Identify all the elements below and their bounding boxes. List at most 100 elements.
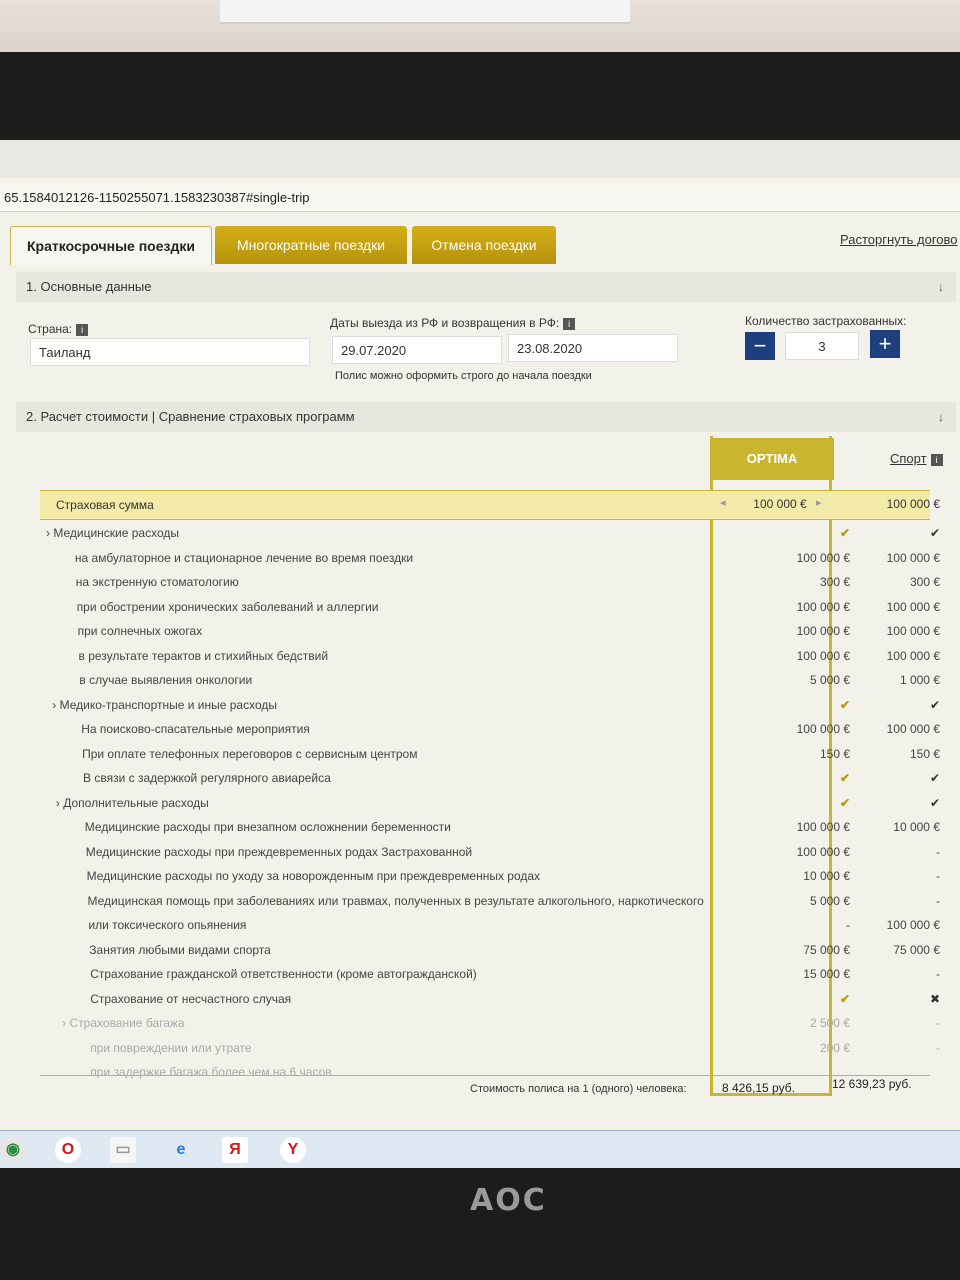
table-row: › Страхование багажа 2 500 € - bbox=[40, 1012, 940, 1036]
plan-sport-header[interactable]: Спорт i bbox=[890, 451, 943, 466]
sport-value: ✖ bbox=[929, 991, 940, 1006]
sport-value: - bbox=[936, 1040, 940, 1055]
sum-prev-icon[interactable]: ◂ bbox=[720, 496, 726, 509]
table-row: › Дополнительные расходы ✔ ✔ bbox=[40, 792, 940, 816]
yandex-browser-icon[interactable]: Y bbox=[280, 1137, 306, 1163]
optima-value: 10 000 € bbox=[803, 869, 850, 883]
sport-value: 100 000 € bbox=[886, 722, 940, 736]
coverage-label: › Медицинские расходы bbox=[46, 526, 179, 540]
yandex-icon[interactable]: Я bbox=[222, 1137, 248, 1163]
date-from-field[interactable]: 29.07.2020 bbox=[332, 336, 502, 364]
table-row: При оплате телефонных переговоров с серв… bbox=[40, 743, 940, 767]
coverage-label: на экстренную стоматологию bbox=[75, 575, 239, 589]
optima-value: ✔ bbox=[839, 771, 850, 785]
ie-icon[interactable]: e bbox=[168, 1137, 194, 1163]
opera-icon[interactable]: O bbox=[55, 1137, 81, 1163]
table-row: Медицинские расходы при преждевременных … bbox=[40, 841, 940, 865]
coverage-label: › Дополнительные расходы bbox=[55, 795, 209, 810]
monitor-bezel-top bbox=[0, 52, 960, 144]
tab-trip-cancel[interactable]: Отмена поездки bbox=[412, 226, 556, 264]
insured-count-field[interactable]: 3 bbox=[785, 332, 859, 360]
tab-short-trips[interactable]: Краткосрочные поездки bbox=[10, 226, 212, 265]
tab-multi-trips[interactable]: Многократные поездки bbox=[215, 226, 407, 264]
date-to-field[interactable]: 23.08.2020 bbox=[508, 334, 678, 362]
table-row: › Медицинские расходы ✔ ✔ bbox=[40, 522, 940, 546]
optima-value: 5 000 € bbox=[809, 893, 850, 908]
optima-value: ✔ bbox=[839, 697, 850, 712]
table-row: в результате терактов и стихийных бедств… bbox=[40, 645, 941, 669]
increase-button[interactable]: + bbox=[870, 330, 900, 358]
optima-value: 100 000 € bbox=[796, 550, 850, 565]
file-icon[interactable]: ▭ bbox=[110, 1137, 136, 1163]
total-label: Стоимость полиса на 1 (одного) человека: bbox=[470, 1083, 687, 1095]
terminate-contract-link[interactable]: Расторгнуть догово bbox=[840, 232, 958, 247]
optima-value: 100 000 € bbox=[796, 624, 850, 638]
air-conditioner bbox=[220, 0, 630, 24]
sum-optima-value[interactable]: 100 000 € bbox=[740, 497, 820, 511]
collapse-arrow-icon[interactable]: ↓ bbox=[938, 402, 944, 432]
sum-sport-value: 100 000 € bbox=[886, 497, 940, 511]
sport-value: ✔ bbox=[929, 771, 940, 785]
sport-value: - bbox=[936, 844, 940, 859]
optima-value: - bbox=[846, 918, 850, 932]
country-label: Страна: i bbox=[28, 322, 89, 336]
table-row: В связи с задержкой регулярного авиарейс… bbox=[40, 767, 940, 791]
table-row: Медицинские расходы при внезапном осложн… bbox=[40, 816, 940, 840]
coverage-label: при обострении хронических заболеваний и… bbox=[76, 599, 379, 614]
coverage-label: в случае выявления онкологии bbox=[79, 673, 253, 687]
table-row: при обострении хронических заболеваний и… bbox=[40, 596, 940, 620]
sport-value: 1 000 € bbox=[899, 673, 940, 687]
section-calculation[interactable]: 2. Расчет стоимости | Сравнение страховы… bbox=[16, 402, 956, 432]
country-field[interactable]: Таиланд bbox=[30, 338, 310, 366]
optima-value: ✔ bbox=[839, 795, 850, 810]
sport-value: 150 € bbox=[909, 746, 940, 761]
coverage-label: В связи с задержкой регулярного авиарейс… bbox=[83, 771, 331, 785]
screen: 65.1584012126-1150255071.1583230387#sing… bbox=[0, 140, 960, 1135]
coverage-label: › Страхование багажа bbox=[62, 1016, 185, 1030]
sport-value: 75 000 € bbox=[893, 942, 940, 957]
optima-value: 5 000 € bbox=[809, 673, 850, 687]
sport-value: 100 000 € bbox=[886, 918, 940, 932]
collapse-arrow-icon[interactable]: ↓ bbox=[938, 272, 944, 302]
total-sport: 12 639,23 руб. bbox=[832, 1077, 912, 1091]
sport-value: 100 000 € bbox=[886, 550, 940, 565]
coverage-label: в результате терактов и стихийных бедств… bbox=[78, 648, 329, 663]
table-row: на амбулаторное и стационарное лечение в… bbox=[40, 547, 940, 571]
sport-value: 300 € bbox=[909, 575, 940, 589]
optima-value: 300 € bbox=[819, 575, 850, 589]
table-row: › Медико-транспортные и иные расходы ✔ ✔ bbox=[40, 694, 940, 718]
coverage-label: На поисково-спасательные мероприятия bbox=[81, 722, 310, 736]
coverage-label: Страхование гражданской ответственности … bbox=[90, 967, 477, 981]
total-divider bbox=[40, 1075, 930, 1076]
browser-strip bbox=[0, 140, 960, 178]
table-row: в случае выявления онкологии 5 000 € 1 000… bbox=[40, 669, 940, 693]
dates-label: Даты выезда из РФ и возвращения в РФ: i bbox=[330, 316, 576, 330]
sport-value: 100 000 € bbox=[886, 624, 940, 638]
info-icon[interactable]: i bbox=[76, 323, 89, 336]
chrome-icon[interactable]: ◉ bbox=[0, 1137, 26, 1163]
section-title: 1. Основные данные bbox=[26, 279, 152, 294]
optima-value: 100 000 € bbox=[796, 648, 850, 663]
optima-value: 150 € bbox=[819, 746, 850, 761]
table-row: при задержке багажа более чем на 6 часов bbox=[40, 1061, 930, 1085]
address-bar[interactable]: 65.1584012126-1150255071.1583230387#sing… bbox=[0, 184, 960, 212]
sport-value: 100 000 € bbox=[886, 648, 940, 663]
section-basic-data[interactable]: 1. Основные данные ↓ bbox=[16, 272, 956, 302]
coverage-label: Медицинские расходы по уходу за новорожд… bbox=[86, 869, 541, 883]
sum-insured-row: Страховая сумма ◂ 100 000 € ▸ 100 000 € bbox=[40, 490, 940, 520]
table-row: На поисково-спасательные мероприятия 100 … bbox=[40, 718, 940, 742]
sport-value: - bbox=[936, 869, 940, 883]
sport-value: 100 000 € bbox=[886, 599, 940, 614]
coverage-label: или токсического опьянения bbox=[88, 918, 247, 932]
table-row: при солнечных ожогах 100 000 € 100 000 € bbox=[40, 620, 940, 644]
sport-value: - bbox=[936, 893, 940, 908]
table-row: Страхование от несчастного случая ✔ ✖ bbox=[40, 988, 940, 1012]
info-icon[interactable]: i bbox=[563, 317, 576, 330]
decrease-button[interactable]: − bbox=[745, 332, 775, 360]
sum-next-icon[interactable]: ▸ bbox=[816, 496, 822, 509]
table-row: или токсического опьянения - 100 000 € bbox=[40, 914, 940, 938]
coverage-label: при солнечных ожогах bbox=[77, 624, 203, 638]
info-icon[interactable]: i bbox=[930, 453, 943, 466]
table-row: при повреждении или утрате 200 € - bbox=[40, 1037, 940, 1061]
taskbar: ◉ O ▭ e Я Y bbox=[0, 1130, 960, 1169]
